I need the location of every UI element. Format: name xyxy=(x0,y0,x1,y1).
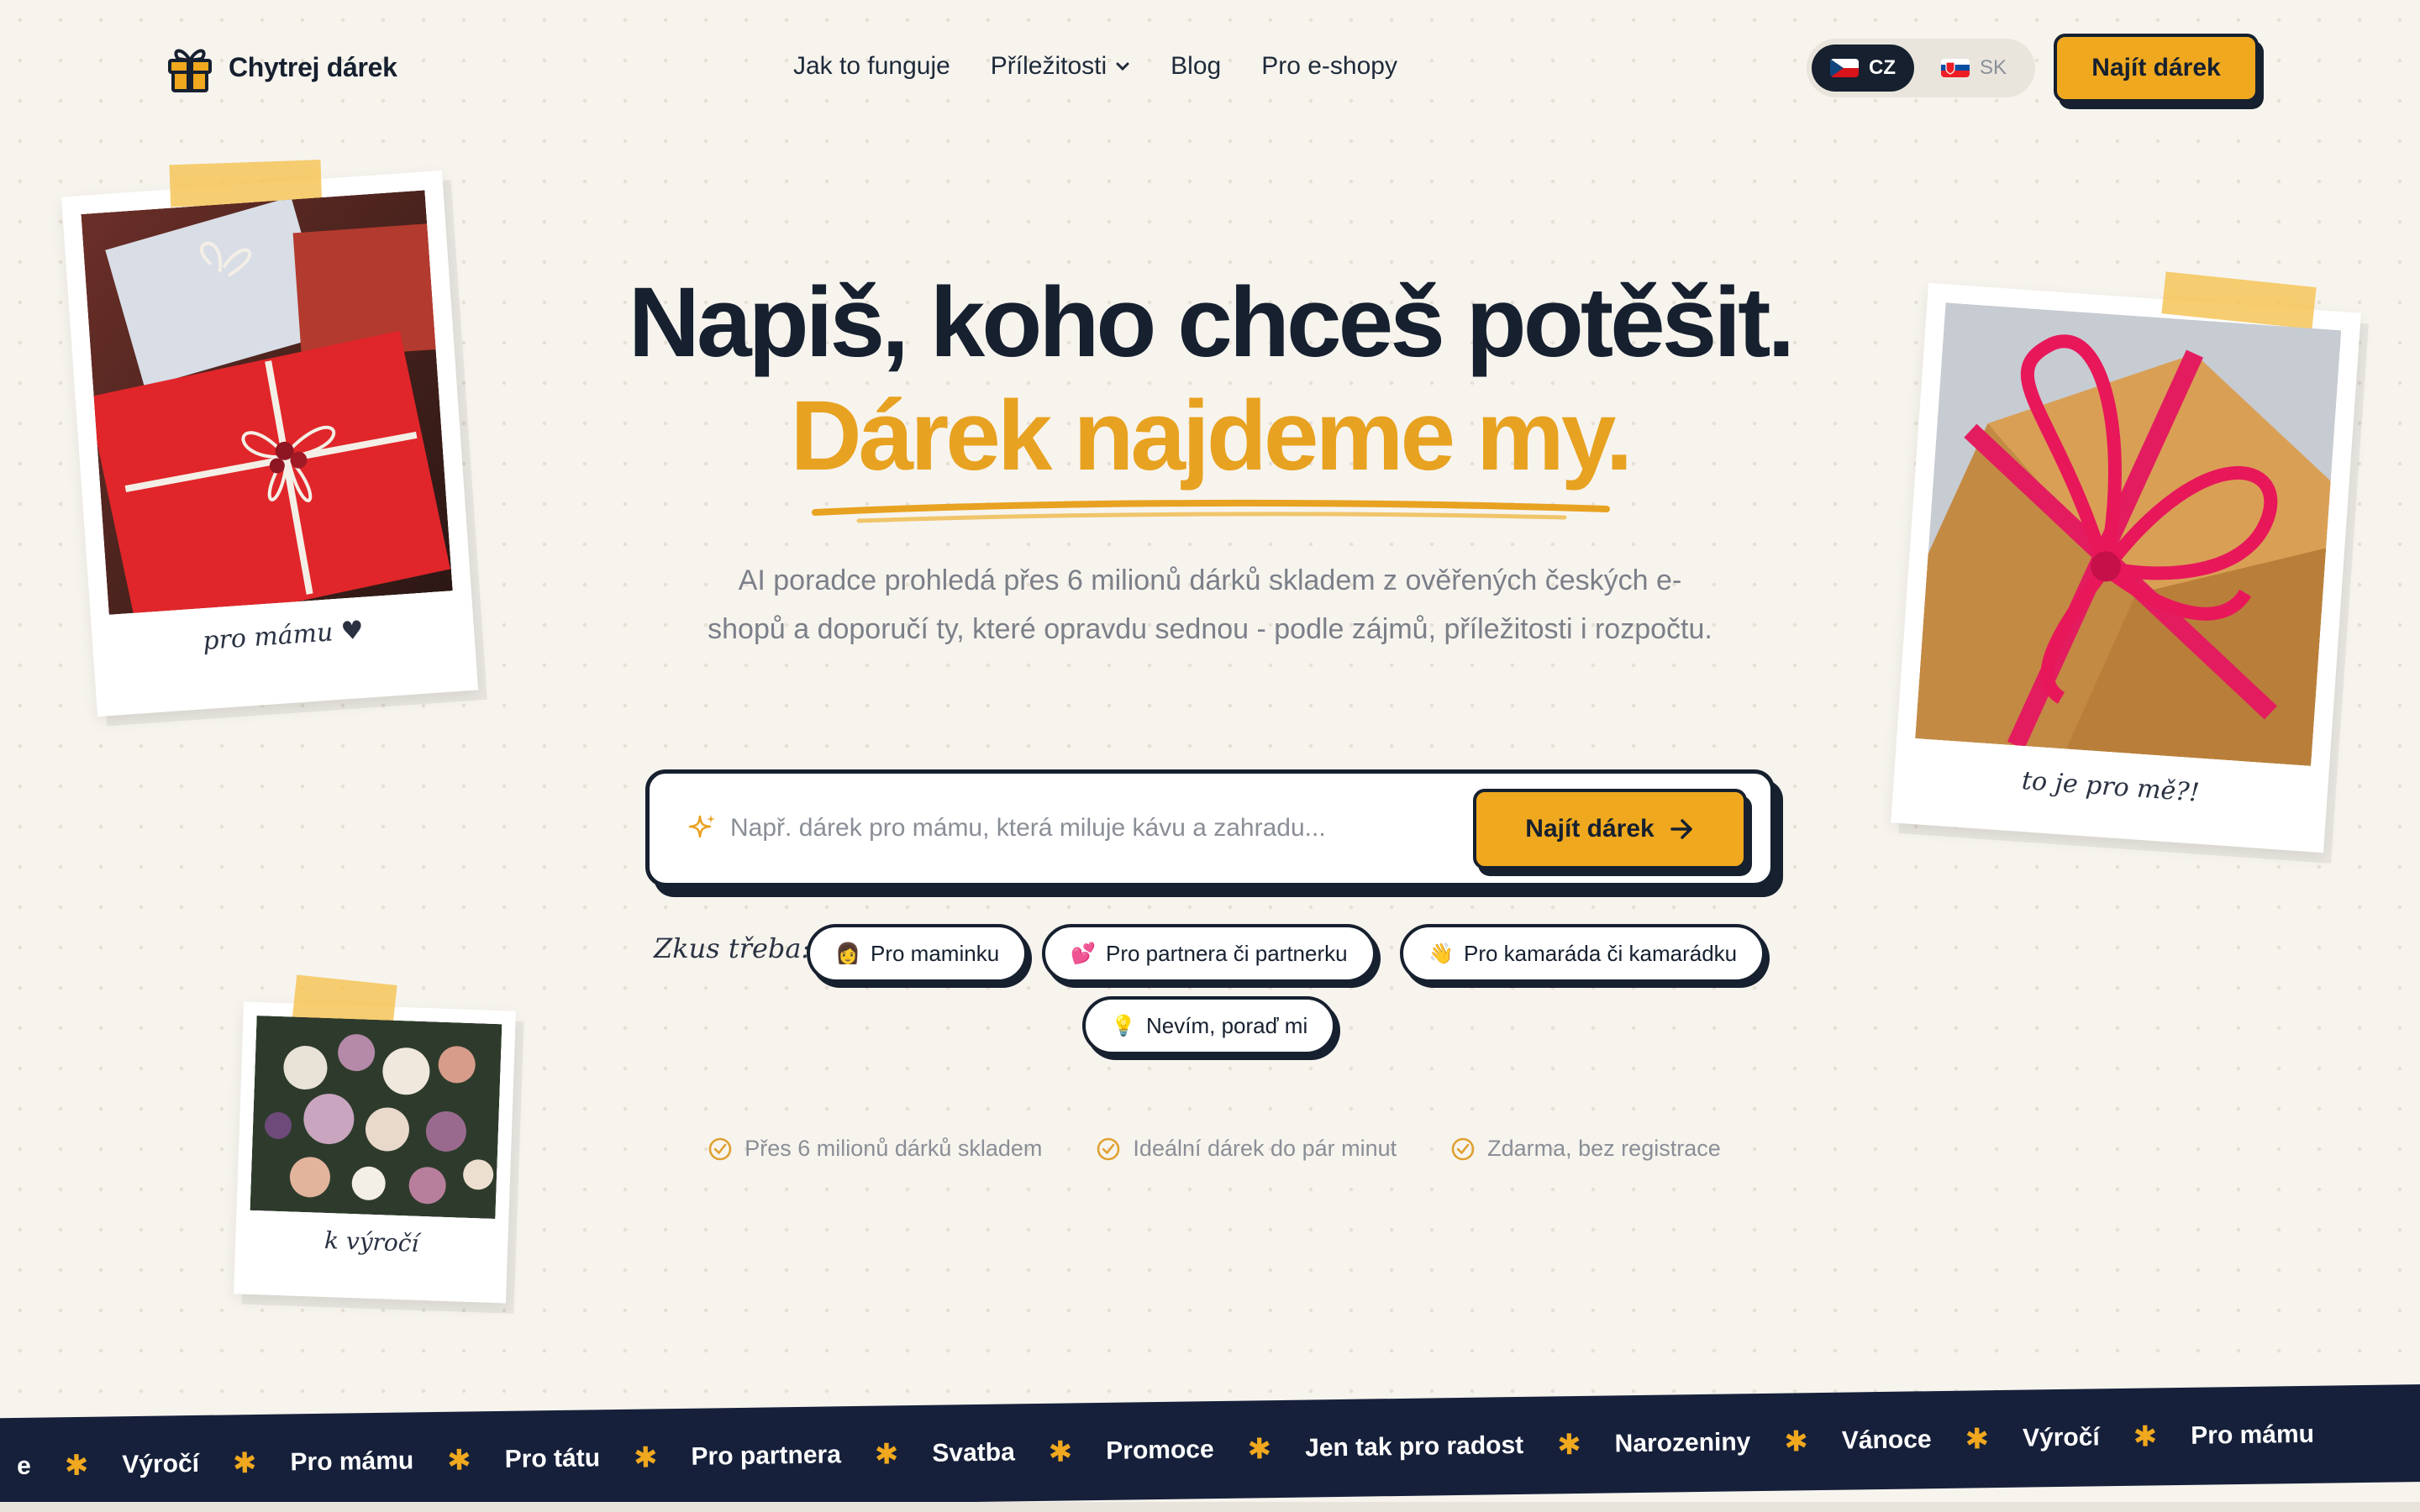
asterisk-icon: ✱ xyxy=(1247,1433,1272,1466)
gift-icon xyxy=(168,49,212,92)
ticker-item: Pro tátu xyxy=(504,1444,601,1473)
czech-flag-icon xyxy=(1830,59,1859,77)
main-nav: Jak to funguje Příležitosti Blog Pro e-s… xyxy=(793,52,1397,81)
search-input[interactable] xyxy=(730,814,1453,843)
brand-name: Chytrej dárek xyxy=(229,51,397,82)
page-bottom-edge xyxy=(0,1502,2420,1512)
ticker-item: e xyxy=(16,1452,32,1480)
asterisk-icon: ✱ xyxy=(1965,1423,1990,1456)
lang-option-sk[interactable]: SK xyxy=(1923,45,2025,92)
sparkle-icon xyxy=(688,815,715,838)
hero-subtitle: AI poradce prohledá přes 6 milionů dárků… xyxy=(708,564,1712,645)
chip-for-mom[interactable]: 👩 Pro maminku xyxy=(807,924,1028,983)
nav-item-blog[interactable]: Blog xyxy=(1171,52,1221,81)
chip-for-friend[interactable]: 👋 Pro kamaráda či kamarádku xyxy=(1400,924,1766,983)
woman-emoji-icon: 👩 xyxy=(835,942,860,965)
ticker-item: Výročí xyxy=(122,1449,200,1479)
underline-decoration xyxy=(812,499,1610,523)
hero-title: Napiš, koho chceš potěšit. xyxy=(628,267,1795,378)
feature-list: Přes 6 milionů dárků skladem Ideální dár… xyxy=(0,1136,2420,1162)
arrow-right-icon xyxy=(1670,819,1692,839)
suggestions-label: Zkus třeba: xyxy=(654,932,811,964)
asterisk-icon: ✱ xyxy=(2133,1420,2158,1453)
chevron-down-icon xyxy=(1116,62,1129,71)
search-submit-button[interactable]: Najít dárek xyxy=(1473,789,1747,869)
search-box: Najít dárek xyxy=(645,769,1775,887)
chip-dont-know[interactable]: 💡 Nevím, poraď mi xyxy=(1082,996,1337,1055)
feature-item: Ideální dárek do pár minut xyxy=(1096,1136,1397,1162)
feature-item: Zdarma, bez registrace xyxy=(1450,1136,1721,1162)
ticker-item: Svatba xyxy=(932,1438,1015,1467)
ticker-item: Výročí xyxy=(2022,1423,2100,1452)
lightbulb-emoji-icon: 💡 xyxy=(1111,1014,1136,1037)
chip-for-partner[interactable]: 💕 Pro partnera či partnerku xyxy=(1042,924,1376,983)
hearts-emoji-icon: 💕 xyxy=(1071,942,1096,965)
polaroid-caption: pro mámu ♥ xyxy=(202,615,365,657)
check-circle-icon xyxy=(708,1137,732,1160)
occasions-ticker: e ✱ Výročí ✱ Pro mámu ✱ Pro tátu ✱ Pro partn… xyxy=(0,1383,2420,1512)
asterisk-icon: ✱ xyxy=(232,1446,257,1480)
nav-item-how-it-works[interactable]: Jak to funguje xyxy=(793,52,950,81)
ticker-item: Pro partnera xyxy=(691,1441,842,1471)
photo-ribbon-gift xyxy=(1915,302,2342,766)
check-circle-icon xyxy=(1097,1137,1120,1160)
check-circle-icon xyxy=(1451,1137,1475,1160)
lang-option-cz[interactable]: CZ xyxy=(1812,45,1914,92)
header-find-gift-button[interactable]: Najít dárek xyxy=(2054,34,2259,102)
asterisk-icon: ✱ xyxy=(1556,1428,1581,1462)
ticker-item: Pro mámu xyxy=(290,1446,414,1477)
asterisk-icon: ✱ xyxy=(1048,1436,1073,1468)
asterisk-icon: ✱ xyxy=(633,1441,658,1474)
asterisk-icon: ✱ xyxy=(874,1438,899,1471)
ticker-item: Promoce xyxy=(1106,1436,1214,1465)
asterisk-icon: ✱ xyxy=(1784,1425,1809,1458)
polaroid-caption: to je pro mě?! xyxy=(2020,766,2201,808)
polaroid-caption: k výročí xyxy=(324,1226,420,1257)
photo-bouquet xyxy=(250,1016,502,1220)
feature-item: Přes 6 milionů dárků skladem xyxy=(708,1136,1042,1162)
hero-title-highlight: Dárek najdeme my. xyxy=(790,381,1634,491)
nav-item-occasions[interactable]: Příležitosti xyxy=(991,52,1130,81)
ticker-item: Jen tak pro radost xyxy=(1304,1431,1524,1462)
ticker-item: Pro mámu xyxy=(2191,1420,2315,1450)
ticker-item: Vánoce xyxy=(1841,1425,1932,1455)
nav-item-for-eshops[interactable]: Pro e-shopy xyxy=(1261,52,1397,81)
asterisk-icon: ✱ xyxy=(446,1444,471,1477)
waving-hand-emoji-icon: 👋 xyxy=(1428,942,1454,965)
asterisk-icon: ✱ xyxy=(64,1449,89,1483)
slovak-flag-icon xyxy=(1941,59,1970,77)
ticker-item: Narozeniny xyxy=(1614,1428,1751,1458)
logo[interactable]: Chytrej dárek xyxy=(166,42,397,92)
language-switcher: CZ SK xyxy=(1807,39,2035,97)
